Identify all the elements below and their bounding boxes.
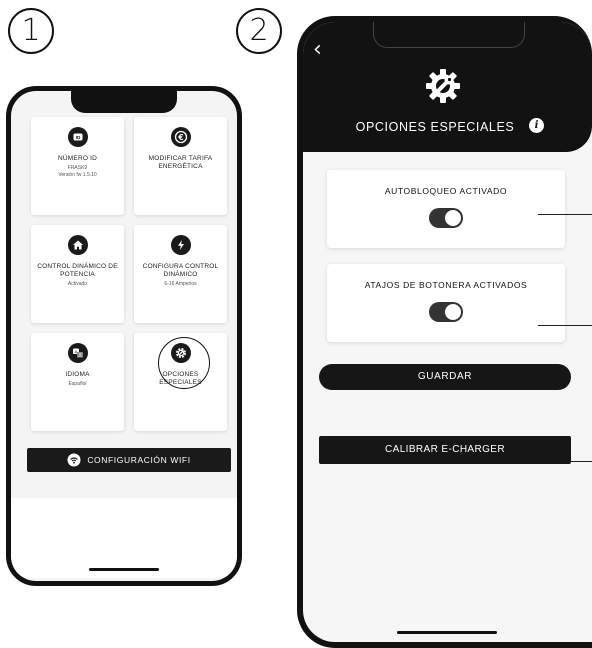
home-indicator (89, 568, 159, 571)
option-label: ATAJOS DE BOTONERA ACTIVADOS (364, 280, 528, 290)
svg-text:€: € (177, 133, 183, 142)
wifi-config-button[interactable]: CONFIGURACIÓN WIFI (27, 448, 231, 472)
highlight-ring (158, 337, 210, 389)
home-indicator (397, 631, 497, 634)
id-icon: ID (67, 127, 88, 147)
translate-icon: A文 (67, 343, 88, 363)
tile-configura-control[interactable]: CONFIGURA CONTROL DINÁMICO 6-16 Amperios (134, 225, 227, 323)
toggle-knob (444, 303, 462, 321)
tile-title: CONFIGURA CONTROL DINÁMICO (142, 263, 219, 278)
tile-sub: Español (68, 381, 87, 387)
tile-sub: 6-16 Amperios (164, 281, 197, 287)
atajos-toggle[interactable] (429, 302, 463, 322)
back-button[interactable]: ‹ (313, 38, 333, 62)
page-title: OPCIONES ESPECIALES (355, 120, 515, 134)
option-label: AUTOBLOQUEO ACTIVADO (384, 186, 508, 196)
tile-title: NÚMERO ID (58, 155, 97, 162)
svg-text:ID: ID (75, 135, 80, 140)
phone-1-screen: ID NÚMERO ID FRASK9 Versión fw 1.5.10 € … (11, 91, 237, 581)
phone-notch (373, 22, 525, 48)
pointer-line (538, 325, 592, 326)
tile-numero-id[interactable]: ID NÚMERO ID FRASK9 Versión fw 1.5.10 (31, 117, 124, 215)
tile-control-dinamico[interactable]: CONTROL DINÁMICO DE POTENCIA Activado (31, 225, 124, 323)
tile-sub: FRASK9 (67, 165, 88, 171)
save-button[interactable]: GUARDAR (319, 364, 571, 390)
info-icon[interactable]: i (529, 118, 544, 133)
tile-title: IDIOMA (65, 371, 90, 378)
pointer-line (538, 214, 592, 215)
tile-sub: Versión fw 1.5.10 (58, 172, 97, 178)
tile-title: MODIFICAR TARIFA ENERGÉTICA (148, 155, 213, 170)
euro-icon: € (170, 127, 191, 147)
tile-title: CONTROL DINÁMICO DE POTENCIA (37, 263, 118, 278)
calibrate-button[interactable]: CALIBRAR E-CHARGER (319, 436, 571, 464)
phone-1: ID NÚMERO ID FRASK9 Versión fw 1.5.10 € … (6, 86, 242, 586)
option-card-atajos: ATAJOS DE BOTONERA ACTIVADOS (327, 264, 565, 342)
special-options-header: ‹ OPCIONES ESPECIALES i (303, 22, 592, 152)
tile-sub: Activado (67, 281, 88, 287)
gear-wrench-icon (423, 66, 463, 106)
tile-idioma[interactable]: A文 IDIOMA Español (31, 333, 124, 431)
home-icon (67, 235, 88, 255)
toggle-knob (444, 209, 462, 227)
wifi-icon (67, 453, 81, 467)
bolt-icon (170, 235, 191, 255)
step-2-marker: 2 (236, 8, 282, 54)
phone-1-bottom-area (11, 498, 237, 578)
tile-modificar-tarifa[interactable]: € MODIFICAR TARIFA ENERGÉTICA (134, 117, 227, 215)
phone-2-screen: ‹ OPCIONES ESPECIALES i AUTOBLOQUEO ACTI… (303, 22, 592, 642)
option-card-autobloqueo: AUTOBLOQUEO ACTIVADO (327, 170, 565, 248)
pointer-line (570, 461, 592, 462)
phone-notch (71, 91, 177, 113)
svg-text:文: 文 (78, 351, 82, 357)
wifi-button-label: CONFIGURACIÓN WIFI (87, 455, 191, 465)
autobloqueo-toggle[interactable] (429, 208, 463, 228)
phone-2: ‹ OPCIONES ESPECIALES i AUTOBLOQUEO ACTI… (297, 16, 592, 648)
step-1-marker: 1 (8, 8, 54, 54)
